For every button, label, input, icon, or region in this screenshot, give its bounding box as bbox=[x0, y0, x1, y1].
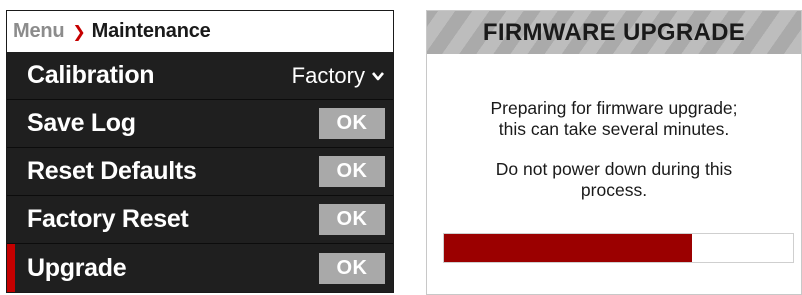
breadcrumb: Menu ❯ Maintenance bbox=[7, 11, 393, 52]
save-log-ok-button[interactable]: OK bbox=[319, 108, 385, 139]
menu-item-label: Save Log bbox=[27, 109, 136, 137]
breadcrumb-separator-icon: ❯ bbox=[72, 23, 86, 41]
firmware-upgrade-dialog: FIRMWARE UPGRADE Preparing for firmware … bbox=[426, 10, 802, 295]
maintenance-menu: Menu ❯ Maintenance Calibration Factory S… bbox=[6, 10, 394, 293]
dialog-header: FIRMWARE UPGRADE bbox=[427, 11, 801, 54]
breadcrumb-menu-link[interactable]: Menu bbox=[13, 20, 65, 43]
warning-message: Do not power down during this process. bbox=[427, 159, 801, 201]
warning-message-line: process. bbox=[580, 180, 648, 200]
upgrade-ok-button[interactable]: OK bbox=[319, 252, 385, 284]
chevron-down-icon bbox=[372, 71, 384, 80]
progress-bar bbox=[443, 233, 794, 263]
calibration-value: Factory bbox=[291, 62, 365, 88]
menu-item-label: Calibration bbox=[27, 61, 155, 89]
selected-row-marker bbox=[7, 244, 15, 292]
menu-item-reset-defaults[interactable]: Reset Defaults OK bbox=[7, 148, 393, 196]
breadcrumb-current: Maintenance bbox=[91, 20, 211, 42]
factory-reset-ok-button[interactable]: OK bbox=[319, 204, 385, 235]
menu-item-label: Reset Defaults bbox=[27, 157, 197, 185]
calibration-dropdown[interactable]: Factory bbox=[292, 63, 385, 89]
menu-item-upgrade[interactable]: Upgrade OK bbox=[7, 244, 393, 292]
status-message-line: Preparing for firmware upgrade; bbox=[490, 98, 738, 118]
status-message: Preparing for firmware upgrade; this can… bbox=[427, 98, 801, 140]
menu-item-calibration[interactable]: Calibration Factory bbox=[7, 52, 393, 100]
menu-item-factory-reset[interactable]: Factory Reset OK bbox=[7, 196, 393, 244]
progress-bar-fill bbox=[444, 234, 692, 262]
dialog-title: FIRMWARE UPGRADE bbox=[482, 18, 746, 46]
warning-message-line: Do not power down during this bbox=[495, 159, 733, 179]
reset-defaults-ok-button[interactable]: OK bbox=[319, 156, 385, 187]
menu-item-label: Upgrade bbox=[27, 253, 127, 282]
menu-item-save-log[interactable]: Save Log OK bbox=[7, 100, 393, 148]
menu-item-label: Factory Reset bbox=[27, 205, 189, 233]
status-message-line: this can take several minutes. bbox=[498, 119, 730, 139]
